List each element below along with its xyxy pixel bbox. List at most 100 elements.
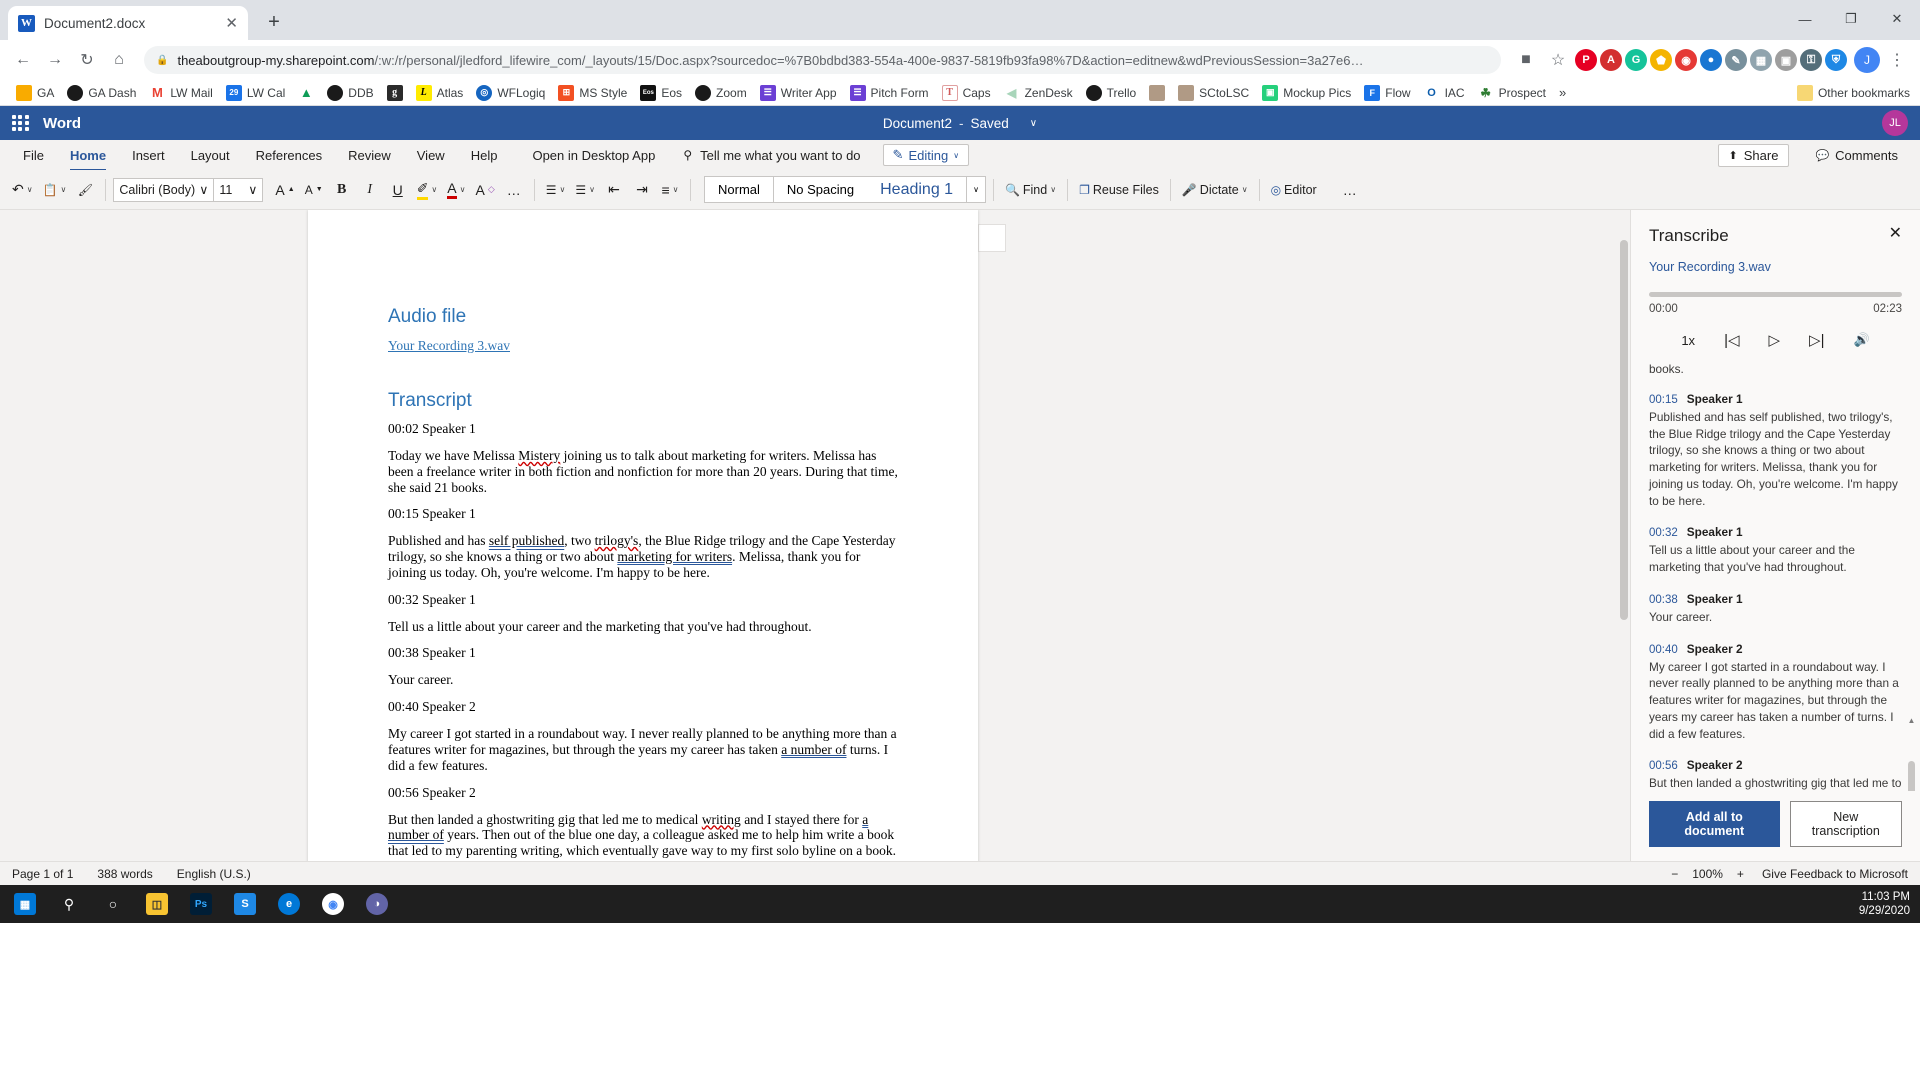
video-camera-icon[interactable]: ■: [1511, 45, 1541, 75]
decrease-indent-button[interactable]: ⇤: [601, 176, 627, 204]
transcript-segment[interactable]: 00:15 Speaker 1 Published and has self p…: [1649, 392, 1902, 510]
bookmark-pitch-form[interactable]: ☰ Pitch Form: [844, 83, 935, 103]
dictate-button[interactable]: 🎤 Dictate ∨: [1178, 176, 1252, 204]
taskbar-teams[interactable]: ◑: [356, 885, 398, 923]
style-normal[interactable]: Normal: [704, 176, 774, 203]
underline-button[interactable]: U: [385, 176, 411, 204]
zoom-in-button[interactable]: +: [1737, 867, 1744, 881]
other-bookmarks-button[interactable]: Other bookmarks: [1796, 84, 1910, 101]
close-icon[interactable]: ✕: [1889, 226, 1902, 242]
chrome-menu-icon[interactable]: ⋮: [1882, 45, 1912, 75]
undo-button[interactable]: ↶ ∨: [8, 176, 37, 204]
browser-tab[interactable]: W Document2.docx ✕: [8, 6, 248, 40]
font-size-select[interactable]: 11 ∨: [214, 179, 262, 201]
forward-icon[interactable]: →: [40, 45, 70, 75]
tab-view[interactable]: View: [404, 144, 458, 167]
tab-review[interactable]: Review: [335, 144, 404, 167]
bookmark-sctolsc[interactable]: SCtoLSC: [1172, 83, 1255, 103]
open-in-desktop-app-button[interactable]: Open in Desktop App: [532, 148, 655, 163]
transcript-segment[interactable]: 00:38 Speaker 1 Your career.: [1649, 592, 1902, 626]
bookmark-g[interactable]: g: [381, 83, 409, 103]
style-heading-1[interactable]: Heading 1: [867, 177, 966, 202]
grammarly-extension-icon[interactable]: G: [1625, 49, 1647, 71]
transcript-segment[interactable]: 00:40 Speaker 2 My career I got started …: [1649, 642, 1902, 743]
bookmark-flow[interactable]: F Flow: [1358, 83, 1416, 103]
reuse-files-button[interactable]: ❐ Reuse Files: [1075, 176, 1163, 204]
back-icon[interactable]: ←: [8, 45, 38, 75]
pen-extension-icon[interactable]: ✎: [1725, 49, 1747, 71]
bookmark-writer-app[interactable]: ☰ Writer App: [754, 83, 843, 103]
bookmark-ga[interactable]: GA: [10, 83, 60, 103]
document-title-area[interactable]: Document2 - Saved ∨: [883, 116, 1037, 131]
feedback-link[interactable]: Give Feedback to Microsoft: [1762, 867, 1908, 881]
italic-button[interactable]: I: [357, 176, 383, 204]
play-icon[interactable]: ▷: [1769, 331, 1781, 349]
paste-button[interactable]: 📋 ∨: [39, 176, 71, 204]
numbering-button[interactable]: ☰ ∨: [571, 176, 599, 204]
word-count[interactable]: 388 words: [97, 867, 152, 881]
bookmark-drive[interactable]: ▲: [292, 83, 320, 103]
editor-button[interactable]: ◎ Editor: [1267, 176, 1321, 204]
blue-extension-icon[interactable]: ●: [1700, 49, 1722, 71]
bookmark-wflogiq[interactable]: ◎ WFLogiq: [470, 83, 551, 103]
transcript-list[interactable]: books. 00:15 Speaker 1 Published and has…: [1631, 361, 1920, 791]
target-extension-icon[interactable]: ◉: [1675, 49, 1697, 71]
tab-help[interactable]: Help: [458, 144, 511, 167]
bookmark-zoom[interactable]: Zoom: [689, 83, 753, 103]
reload-icon[interactable]: ↻: [72, 45, 102, 75]
segment-timestamp[interactable]: 00:15: [1649, 394, 1678, 406]
audio-seek-slider[interactable]: [1649, 292, 1902, 297]
address-bar[interactable]: 🔒 theaboutgroup-my.sharepoint.com/:w:/r/…: [144, 46, 1501, 74]
scrollbar-thumb[interactable]: [1620, 240, 1628, 620]
new-transcription-button[interactable]: New transcription: [1789, 801, 1902, 847]
close-tab-icon[interactable]: ✕: [225, 16, 238, 31]
transcript-segment[interactable]: 00:32 Speaker 1 Tell us a little about y…: [1649, 525, 1902, 576]
camera-extension-icon[interactable]: ▣: [1775, 49, 1797, 71]
adobe-extension-icon[interactable]: A: [1600, 49, 1622, 71]
apps-extension-icon[interactable]: ▦: [1750, 49, 1772, 71]
style-no-spacing[interactable]: No Spacing: [774, 177, 867, 202]
bookmark-mockup-pics[interactable]: ▣ Mockup Pics: [1256, 83, 1357, 103]
taskbar-edge[interactable]: e: [268, 885, 310, 923]
search-button[interactable]: ⚲: [48, 885, 90, 923]
add-all-to-document-button[interactable]: Add all to document: [1649, 801, 1780, 847]
segment-timestamp[interactable]: 00:32: [1649, 527, 1678, 539]
rewind-icon[interactable]: |◁: [1724, 331, 1739, 349]
bookmark-zendesk[interactable]: ◀ ZenDesk: [998, 83, 1079, 103]
share-button[interactable]: ⬆ Share: [1717, 143, 1790, 167]
bookmark-atlas[interactable]: L Atlas: [410, 83, 470, 103]
playback-speed-button[interactable]: 1x: [1681, 333, 1695, 348]
language-indicator[interactable]: English (U.S.): [177, 867, 251, 881]
segment-timestamp[interactable]: 00:56: [1649, 760, 1678, 772]
find-button[interactable]: 🔍 Find ∨: [1001, 176, 1060, 204]
bookmark-lw-mail[interactable]: M LW Mail: [143, 83, 218, 103]
format-painter-button[interactable]: 🖌: [72, 176, 98, 204]
bookmarks-overflow-icon[interactable]: »: [1559, 85, 1566, 100]
scroll-up-icon[interactable]: ▲: [1907, 716, 1916, 725]
styles-expand-icon[interactable]: ∨: [966, 177, 985, 202]
tab-file[interactable]: File: [10, 144, 57, 167]
puzzle-extension-icon[interactable]: ⬟: [1650, 49, 1672, 71]
pinterest-extension-icon[interactable]: P: [1575, 49, 1597, 71]
app-launcher-icon[interactable]: [12, 114, 29, 132]
segment-timestamp[interactable]: 00:40: [1649, 644, 1678, 656]
highlight-button[interactable]: ✐ ∨: [413, 176, 442, 204]
taskbar-file-explorer[interactable]: ◫: [136, 885, 178, 923]
taskbar-clock[interactable]: 11:03 PM 9/29/2020: [1859, 890, 1910, 919]
forward-icon[interactable]: ▷|: [1809, 331, 1824, 349]
bookmark-trello[interactable]: Trello: [1080, 83, 1143, 103]
shrink-font-button[interactable]: A ▼: [301, 176, 327, 204]
home-icon[interactable]: ⌂: [104, 45, 134, 75]
taskbar-chrome[interactable]: ◉: [312, 885, 354, 923]
font-color-button[interactable]: A ∨: [443, 176, 469, 204]
new-tab-button[interactable]: +: [260, 8, 288, 36]
bookmark-ga-dash[interactable]: GA Dash: [61, 83, 142, 103]
profile-avatar[interactable]: J: [1854, 47, 1880, 73]
font-more-button[interactable]: …: [501, 176, 527, 204]
bookmark-ms-style[interactable]: ⊞ MS Style: [552, 83, 633, 103]
segment-timestamp[interactable]: 00:38: [1649, 594, 1678, 606]
bookmark-prospect[interactable]: ☘ Prospect: [1472, 83, 1552, 103]
user-avatar[interactable]: JL: [1882, 110, 1908, 136]
bullets-button[interactable]: ☰ ∨: [542, 176, 570, 204]
bookmark-face-1[interactable]: [1143, 83, 1171, 103]
